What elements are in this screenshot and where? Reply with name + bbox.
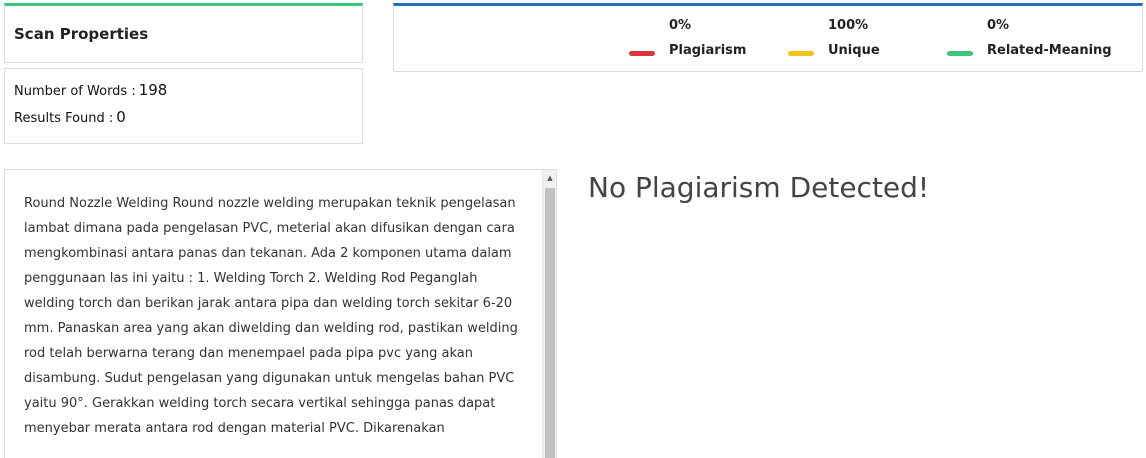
- plagiarism-percent: 0%: [669, 18, 692, 33]
- scan-properties-header: Scan Properties: [4, 3, 363, 63]
- report-page: Scan Properties Number of Words : 198 Re…: [0, 0, 1146, 458]
- related-meaning-percent: 0%: [987, 18, 1010, 33]
- word-count-label: Number of Words :: [14, 84, 136, 99]
- vertical-scrollbar[interactable]: ▲: [542, 170, 556, 458]
- unique-label: Unique: [828, 43, 880, 58]
- unique-percent: 100%: [828, 18, 869, 33]
- scrollbar-thumb[interactable]: [545, 188, 555, 458]
- scan-properties-title: Scan Properties: [14, 25, 149, 43]
- scroll-up-arrow-icon[interactable]: ▲: [543, 172, 556, 184]
- scan-stats-panel: Number of Words : 198 Results Found : 0: [4, 68, 363, 144]
- related-meaning-color-bar: [947, 51, 973, 56]
- no-plagiarism-message: No Plagiarism Detected!: [588, 171, 930, 204]
- plagiarism-label: Plagiarism: [669, 43, 747, 58]
- related-meaning-label: Related-Meaning: [987, 43, 1112, 58]
- word-count-row: Number of Words : 198: [14, 81, 353, 99]
- document-text-panel[interactable]: Round Nozzle Welding Round nozzle weldin…: [4, 169, 557, 458]
- plagiarism-color-bar: [629, 51, 655, 56]
- results-found-row: Results Found : 0: [14, 108, 353, 126]
- document-text: Round Nozzle Welding Round nozzle weldin…: [24, 196, 518, 436]
- unique-color-bar: [788, 51, 814, 56]
- results-found-value: 0: [116, 108, 126, 126]
- word-count-value: 198: [138, 81, 168, 99]
- results-found-label: Results Found :: [14, 111, 114, 126]
- result-summary-panel: 0% Plagiarism 100% Unique 0% Related-Mea…: [393, 3, 1143, 72]
